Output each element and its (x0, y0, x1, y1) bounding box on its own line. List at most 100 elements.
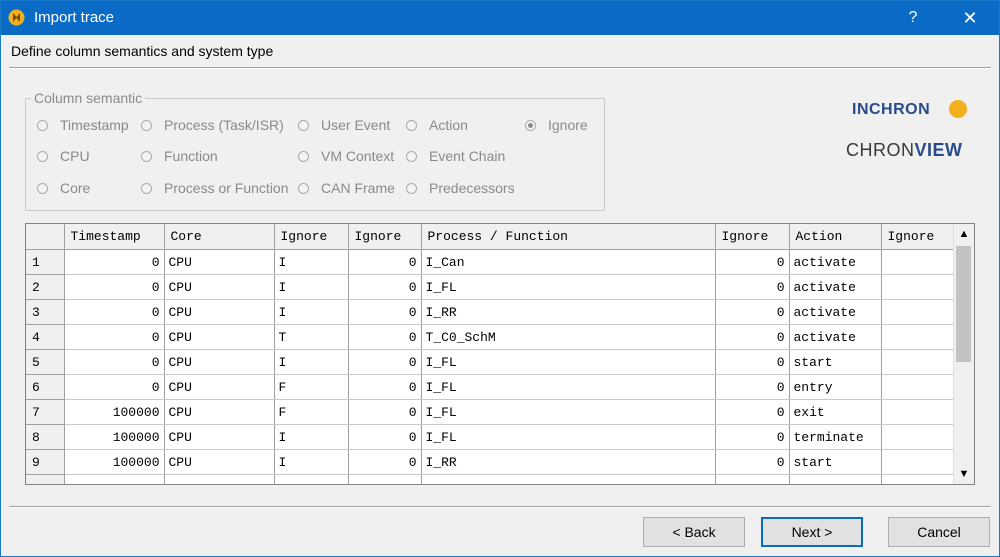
table-cell (881, 424, 955, 450)
table-cell: T_C0_SchM (421, 324, 716, 350)
table-cell: 0 (64, 349, 165, 375)
table-cell (715, 474, 790, 484)
table-cell (164, 474, 275, 484)
import-trace-dialog: Import trace ? ✕ Define column semantics… (0, 0, 1000, 557)
radio-button-icon[interactable] (406, 183, 417, 194)
radio-label: Process (Task/ISR) (164, 117, 284, 133)
radio-label: Timestamp (60, 117, 129, 133)
radio-button-icon[interactable] (298, 183, 309, 194)
table-row[interactable]: 7 100000 CPU F 0 I_FL 0 exit (26, 399, 955, 425)
vertical-scrollbar[interactable]: ▲ ▼ (953, 224, 974, 484)
scroll-up-icon[interactable]: ▲ (954, 224, 974, 244)
scroll-down-icon[interactable]: ▼ (954, 464, 974, 484)
table-cell (64, 474, 165, 484)
table-cell (881, 474, 955, 484)
radio-button-icon[interactable] (141, 151, 152, 162)
window-title: Import trace (34, 9, 115, 26)
table-cell (881, 274, 955, 300)
radio-button-icon[interactable] (141, 120, 152, 131)
column-header[interactable]: Ignore (715, 224, 790, 250)
help-button[interactable]: ? (893, 1, 933, 35)
table-cell: 0 (715, 349, 790, 375)
radio-label: Process or Function (164, 180, 289, 196)
row-header[interactable]: 8 (26, 424, 65, 450)
table-cell: T (274, 324, 349, 350)
row-header[interactable]: 5 (26, 349, 65, 375)
table-row[interactable]: 5 0 CPU I 0 I_FL 0 start (26, 349, 955, 375)
table-cell: I (274, 449, 349, 475)
column-header[interactable]: Action (789, 224, 882, 250)
radio-button-icon[interactable] (141, 183, 152, 194)
inchron-logo-mark-icon (949, 100, 967, 118)
trace-preview-grid[interactable]: Timestamp Core Ignore Ignore Process / Funct… (25, 223, 975, 485)
table-cell (881, 324, 955, 350)
radio-label: Core (60, 180, 91, 196)
table-row[interactable]: 9 100000 CPU I 0 I_RR 0 start (26, 449, 955, 475)
scrollbar-thumb[interactable] (956, 246, 971, 362)
row-header[interactable]: 9 (26, 449, 65, 475)
back-button[interactable]: < Back (643, 517, 745, 547)
row-header[interactable]: 6 (26, 374, 65, 400)
column-header[interactable]: Core (164, 224, 275, 250)
column-header[interactable]: Ignore (274, 224, 349, 250)
table-row[interactable]: 6 0 CPU F 0 I_FL 0 entry (26, 374, 955, 400)
table-row[interactable]: 2 0 CPU I 0 I_FL 0 activate (26, 274, 955, 300)
table-cell: 0 (64, 274, 165, 300)
table-cell: 0 (348, 399, 422, 425)
chronview-logo: CHRONVIEW (846, 140, 963, 161)
trace-table: Timestamp Core Ignore Ignore Process / Funct… (26, 224, 955, 484)
table-cell: 0 (715, 399, 790, 425)
close-button[interactable]: ✕ (947, 1, 993, 35)
column-semantic-group (25, 98, 605, 211)
table-row[interactable]: 3 0 CPU I 0 I_RR 0 activate (26, 299, 955, 325)
title-bar[interactable]: Import trace ? ✕ (1, 1, 999, 35)
radio-button-icon[interactable] (406, 120, 417, 131)
radio-button-icon[interactable] (37, 151, 48, 162)
table-row[interactable]: 1 0 CPU I 0 I_Can 0 activate (26, 249, 955, 275)
table-cell: 0 (348, 449, 422, 475)
table-row[interactable]: 8 100000 CPU I 0 I_FL 0 terminate (26, 424, 955, 450)
table-cell: I_FL (421, 274, 716, 300)
radio-label: CPU (60, 148, 90, 164)
column-header[interactable]: Timestamp (64, 224, 165, 250)
table-row[interactable] (26, 474, 955, 484)
row-header[interactable]: 7 (26, 399, 65, 425)
table-cell (881, 349, 955, 375)
table-cell: terminate (789, 424, 882, 450)
table-cell: I (274, 274, 349, 300)
table-cell (789, 474, 882, 484)
table-cell (881, 249, 955, 275)
table-cell: CPU (164, 424, 275, 450)
radio-button-icon[interactable] (37, 183, 48, 194)
table-cell: I_Can (421, 249, 716, 275)
row-header[interactable]: 2 (26, 274, 65, 300)
radio-button-icon[interactable] (298, 151, 309, 162)
table-cell: F (274, 399, 349, 425)
table-cell: I (274, 349, 349, 375)
row-header[interactable]: 4 (26, 324, 65, 350)
row-header[interactable]: 3 (26, 299, 65, 325)
column-header[interactable]: Ignore (881, 224, 955, 250)
table-cell: F (274, 374, 349, 400)
table-cell: CPU (164, 399, 275, 425)
table-cell: I (274, 299, 349, 325)
next-button[interactable]: Next > (761, 517, 863, 547)
column-header[interactable]: Process / Function (421, 224, 716, 250)
table-cell (421, 474, 716, 484)
radio-button-icon[interactable] (525, 120, 536, 131)
radio-button-icon[interactable] (406, 151, 417, 162)
table-cell: 0 (348, 274, 422, 300)
radio-button-icon[interactable] (37, 120, 48, 131)
row-header[interactable]: 1 (26, 249, 65, 275)
row-header[interactable] (26, 474, 65, 484)
table-cell: I (274, 249, 349, 275)
table-cell: CPU (164, 249, 275, 275)
table-cell: 0 (715, 374, 790, 400)
column-header[interactable]: Ignore (348, 224, 422, 250)
table-row[interactable]: 4 0 CPU T 0 T_C0_SchM 0 activate (26, 324, 955, 350)
cancel-button[interactable]: Cancel (888, 517, 990, 547)
table-cell: CPU (164, 324, 275, 350)
table-cell: 0 (715, 424, 790, 450)
radio-label: Predecessors (429, 180, 515, 196)
radio-button-icon[interactable] (298, 120, 309, 131)
